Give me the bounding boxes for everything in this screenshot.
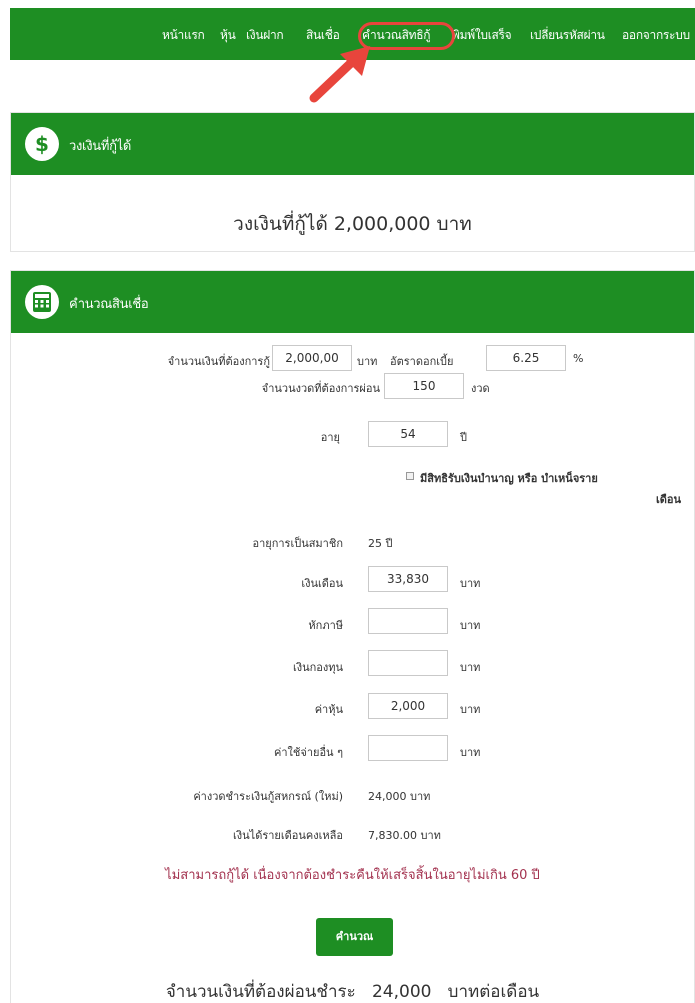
loan-limit-summary: วงเงินที่กู้ได้ 2,000,000 บาท: [233, 213, 472, 235]
loan-limit-panel-header: $ วงเงินที่กู้ได้: [11, 113, 694, 175]
loan-limit-panel-title: วงเงินที่กู้ได้: [69, 139, 132, 154]
nav-item-change-password[interactable]: เปลี่ยนรหัสผ่าน: [530, 26, 605, 45]
other-input[interactable]: [368, 735, 448, 761]
fund-input[interactable]: [368, 650, 448, 676]
share-input[interactable]: 2,000: [368, 693, 448, 719]
nav-item-home[interactable]: หน้าแรก: [162, 26, 205, 45]
result-unit: บาทต่อเดือน: [447, 982, 540, 1002]
installments-input[interactable]: 150: [384, 373, 464, 399]
fund-unit: บาท: [460, 661, 481, 674]
percent-unit: %: [573, 352, 584, 365]
loan-calc-panel-title: คำนวณสินเชื่อ: [69, 297, 149, 312]
pension-checkbox[interactable]: [406, 472, 414, 480]
pointer-arrow-icon: [309, 46, 370, 103]
pension-label-line2: เดือน: [655, 493, 681, 506]
nav-item-logout[interactable]: ออกจากระบบ: [622, 26, 690, 45]
loan-calc-panel-header: คำนวณสินเชื่อ: [11, 271, 694, 333]
age-unit: ปี: [460, 431, 467, 444]
tax-input[interactable]: [368, 608, 448, 634]
nav-item-print-receipt[interactable]: พิมพ์ใบเสร็จ: [452, 26, 512, 45]
remaining-label: เงินได้รายเดือนคงเหลือ: [233, 829, 343, 842]
tax-unit: บาท: [460, 619, 481, 632]
other-unit: บาท: [460, 746, 481, 759]
amount-label: จำนวนเงินที่ต้องการกู้: [167, 355, 270, 368]
error-message: ไม่สามารถกู้ได้ เนื่องจากต้องชำระคืนให้เ…: [165, 868, 540, 883]
result-label: จำนวนเงินที่ต้องผ่อนชำระ: [165, 982, 356, 1002]
share-unit: บาท: [460, 703, 481, 716]
pension-label-line1: มีสิทธิรับเงินบำนาญ หรือ บำเหน็จราย: [420, 472, 598, 485]
remaining-value: 7,830.00 บาท: [368, 829, 441, 842]
salary-input[interactable]: 33,830: [368, 566, 448, 592]
coop-payment-label: ค่างวดชำระเงินกู้สหกรณ์ (ใหม่): [193, 790, 343, 803]
salary-label: เงินเดือน: [301, 577, 343, 590]
other-label: ค่าใช้จ่ายอื่น ๆ: [274, 746, 343, 759]
dollar-icon: $: [25, 127, 59, 161]
calculate-button[interactable]: คำนวณ: [316, 918, 393, 956]
loan-limit-panel: $ วงเงินที่กู้ได้ วงเงินที่กู้ได้ 2,000,…: [10, 112, 695, 252]
age-input[interactable]: 54: [368, 421, 448, 447]
age-label: อายุ: [320, 431, 340, 444]
membership-value: 25 ปี: [368, 537, 393, 550]
coop-payment-value: 24,000 บาท: [368, 790, 431, 803]
result-line: จำนวนเงินที่ต้องผ่อนชำระ 24,000 บาทต่อเด…: [10, 978, 695, 1003]
installments-label: จำนวนงวดที่ต้องการผ่อน: [261, 382, 380, 395]
share-label: ค่าหุ้น: [314, 703, 343, 716]
membership-label: อายุการเป็นสมาชิก: [252, 537, 343, 550]
amount-input[interactable]: 2,000,00: [272, 345, 352, 371]
installments-unit: งวด: [471, 382, 490, 395]
fund-label: เงินกองทุน: [292, 661, 343, 674]
svg-text:$: $: [35, 132, 49, 156]
amount-unit: บาท: [357, 355, 378, 368]
interest-input[interactable]: 6.25: [486, 345, 566, 371]
result-value: 24,000: [371, 982, 432, 1002]
nav-item-shares[interactable]: หุ้น: [220, 26, 236, 45]
calculator-icon: [25, 285, 59, 319]
salary-unit: บาท: [460, 577, 481, 590]
tax-label: หักภาษี: [308, 619, 343, 632]
interest-label: อัตราดอกเบี้ย: [390, 355, 454, 368]
nav-item-deposits[interactable]: เงินฝาก: [246, 26, 284, 45]
